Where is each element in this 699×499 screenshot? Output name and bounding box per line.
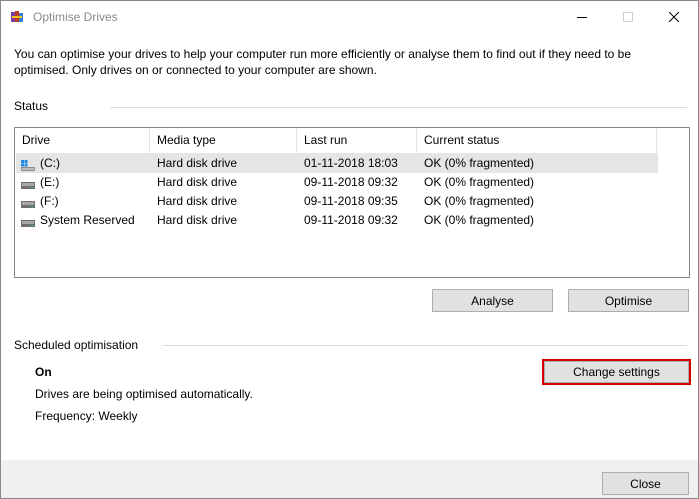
defrag-app-icon (10, 10, 24, 24)
media-type: Hard disk drive (157, 156, 238, 170)
window-title: Optimise Drives (33, 10, 118, 24)
column-current-status[interactable]: Current status (417, 128, 657, 153)
drive-row-c[interactable]: (C:) Hard disk drive 01-11-2018 18:03 OK… (16, 154, 658, 173)
description-text: You can optimise your drives to help you… (14, 47, 632, 77)
schedule-detail: Drives are being optimised automatically… (35, 387, 253, 401)
analyse-button[interactable]: Analyse (432, 289, 553, 312)
column-drive[interactable]: Drive (15, 128, 150, 153)
current-status: OK (0% fragmented) (424, 175, 535, 189)
last-run: 09-11-2018 09:35 (304, 194, 398, 208)
minimize-button[interactable] (559, 1, 605, 32)
column-last-run[interactable]: Last run (297, 128, 417, 153)
drives-list-header: Drive Media type Last run Current status (15, 128, 657, 154)
current-status: OK (0% fragmented) (424, 156, 535, 170)
maximize-icon (623, 11, 633, 22)
optimise-button[interactable]: Optimise (568, 289, 689, 312)
media-type: Hard disk drive (157, 175, 238, 189)
dialog-footer: Close (1, 460, 698, 498)
minimize-icon (577, 12, 587, 22)
drives-list[interactable]: Drive Media type Last run Current status… (14, 127, 690, 278)
close-icon (669, 11, 679, 22)
system-drive-icon (21, 158, 35, 171)
last-run: 01-11-2018 18:03 (304, 156, 398, 170)
media-type: Hard disk drive (157, 194, 238, 208)
schedule-state: On (35, 365, 52, 379)
status-section-label: Status (14, 99, 49, 113)
current-status: OK (0% fragmented) (424, 213, 535, 227)
drive-name: (F:) (40, 194, 59, 208)
hard-drive-icon (21, 215, 35, 227)
drive-name: (E:) (40, 175, 60, 189)
status-divider (110, 107, 687, 108)
media-type: Hard disk drive (157, 213, 238, 227)
hard-drive-icon (21, 177, 35, 189)
last-run: 09-11-2018 09:32 (304, 175, 398, 189)
close-button[interactable]: Close (602, 472, 689, 495)
close-window-button[interactable] (651, 1, 697, 32)
maximize-button[interactable] (605, 1, 651, 32)
current-status: OK (0% fragmented) (424, 194, 535, 208)
title-bar[interactable]: Optimise Drives (1, 1, 698, 33)
drive-name: System Reserved (40, 213, 135, 227)
drive-row-system-reserved[interactable]: System Reserved Hard disk drive 09-11-20… (16, 211, 658, 230)
column-media-type[interactable]: Media type (150, 128, 297, 153)
drive-row-f[interactable]: (F:) Hard disk drive 09-11-2018 09:35 OK… (16, 192, 658, 211)
scheduled-divider (163, 345, 687, 346)
drive-name: (C:) (40, 156, 60, 170)
drive-row-e[interactable]: (E:) Hard disk drive 09-11-2018 09:32 OK… (16, 173, 658, 192)
scheduled-section-label: Scheduled optimisation (14, 338, 139, 352)
hard-drive-icon (21, 196, 35, 208)
change-settings-button[interactable]: Change settings (542, 359, 691, 385)
last-run: 09-11-2018 09:32 (304, 213, 398, 227)
schedule-frequency: Frequency: Weekly (35, 409, 138, 423)
optimise-drives-window: Optimise Drives You can optimise your dr… (0, 0, 699, 499)
